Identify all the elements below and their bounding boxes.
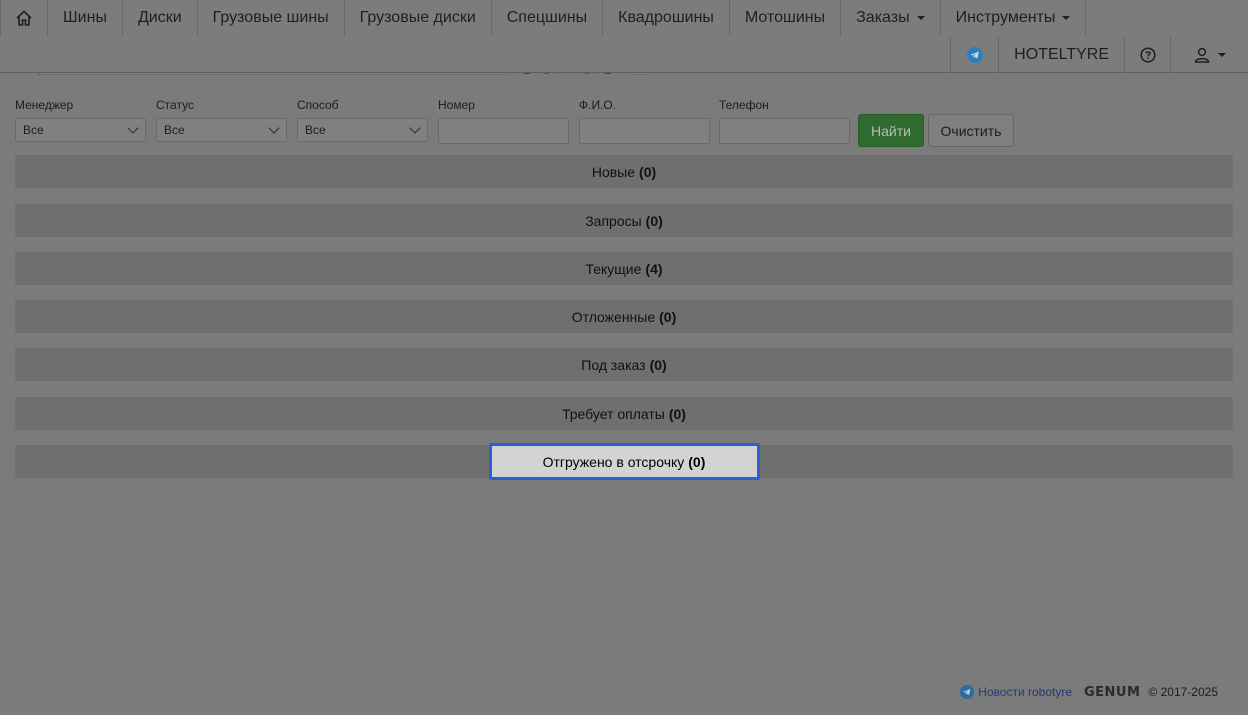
- manager-filter: Менеджер Все: [15, 97, 146, 142]
- nav-item-truck-wheels[interactable]: Грузовые диски: [345, 0, 492, 36]
- chevron-down-icon: [127, 122, 139, 134]
- user-icon: [1194, 47, 1210, 63]
- panel-current-orders[interactable]: Текущие (4): [15, 252, 1233, 285]
- panel-label: Запросы: [585, 212, 642, 229]
- panel-label: Отгружено в отсрочку: [542, 453, 685, 470]
- number-input[interactable]: [438, 118, 569, 144]
- number-filter: Номер: [438, 97, 569, 144]
- nav-item-label: Инструменты: [955, 9, 1056, 26]
- genum-logo: GENUM: [1084, 684, 1141, 700]
- user-account-dropdown[interactable]: [1170, 36, 1248, 73]
- status-select-value: Все: [164, 123, 185, 137]
- manager-label: Менеджер: [15, 98, 74, 112]
- nav-item-special-tires[interactable]: Спецшины: [492, 0, 604, 36]
- help-button[interactable]: [1124, 36, 1170, 73]
- purchase-method-label: Способ покупки: [297, 98, 340, 128]
- clear-button[interactable]: Очистить: [928, 114, 1014, 147]
- title-underline-left: [38, 74, 508, 75]
- chevron-down-icon: [409, 122, 421, 134]
- company-name: HOTELTYRE: [1014, 45, 1109, 63]
- nav-item-tools-dropdown[interactable]: Инструменты: [941, 0, 1087, 36]
- panel-count: (0): [659, 308, 677, 325]
- caret-down-icon: [916, 16, 925, 20]
- panel-requests[interactable]: Запросы (0): [15, 204, 1233, 237]
- panel-focused-label[interactable]: Отгружено в отсрочку (0): [488, 443, 760, 480]
- panel-new-orders[interactable]: Новые (0): [15, 155, 1233, 188]
- nav-item-label: Шины: [63, 9, 107, 26]
- nav-item-label: Квадрошины: [618, 9, 714, 26]
- main-menu: Шины Диски Грузовые шины Грузовые диски …: [0, 0, 1087, 36]
- fio-label: Ф.И.О.: [579, 98, 617, 112]
- panel-label: Текущие: [585, 260, 642, 277]
- home-icon: [16, 10, 32, 26]
- caret-down-icon: [1218, 52, 1226, 57]
- panel-count: (0): [645, 212, 663, 229]
- purchase-method-filter: Способ покупки Все: [297, 97, 428, 142]
- nav-item-label: Грузовые шины: [212, 9, 329, 26]
- panel-label: Отложенные: [571, 308, 656, 325]
- chevron-down-icon: [268, 122, 280, 134]
- panel-on-order[interactable]: Под заказ (0): [15, 348, 1233, 381]
- nav-item-label: Заказы: [856, 9, 910, 26]
- purchase-method-select-value: Все: [305, 123, 326, 137]
- nav-item-wheels[interactable]: Диски: [123, 0, 198, 36]
- panel-count: (0): [639, 163, 657, 180]
- help-icon: [1139, 46, 1156, 63]
- fio-input[interactable]: [579, 118, 710, 144]
- purchase-method-select[interactable]: Все: [297, 118, 428, 142]
- status-select[interactable]: Все: [156, 118, 287, 142]
- manager-select[interactable]: Все: [15, 118, 146, 142]
- panel-payment-required[interactable]: Требует оплаты (0): [15, 397, 1233, 430]
- phone-input[interactable]: [719, 118, 850, 144]
- footer: Новости robotyre GENUM © 2017-2025: [960, 684, 1218, 700]
- panel-label: Требует оплаты: [562, 405, 665, 422]
- news-link[interactable]: Новости robotyre: [960, 685, 1072, 699]
- telegram-icon: [966, 46, 983, 63]
- phone-label: Телефон: [719, 98, 769, 112]
- nav-item-orders-dropdown[interactable]: Заказы: [841, 0, 941, 36]
- panel-shipped-deferred[interactable]: Отгружено в отсрочку (0): [15, 443, 1233, 480]
- panel-label: Новые: [591, 163, 636, 180]
- fio-filter: Ф.И.О.: [579, 97, 710, 144]
- company-name-link[interactable]: HOTELTYRE: [998, 36, 1124, 73]
- telegram-icon: [960, 685, 975, 699]
- telegram-button[interactable]: [950, 36, 998, 73]
- phone-filter: Телефон: [719, 97, 850, 144]
- top-navbar: Шины Диски Грузовые шины Грузовые диски …: [0, 0, 1248, 73]
- find-button[interactable]: Найти: [858, 114, 924, 147]
- user-menu: HOTELTYRE: [950, 36, 1248, 73]
- nav-item-label: Спецшины: [506, 9, 588, 26]
- nav-item-label: Грузовые диски: [359, 9, 476, 26]
- status-filter: Статус Все: [156, 97, 287, 142]
- nav-item-atv-tires[interactable]: Квадрошины: [603, 0, 730, 36]
- home-button[interactable]: [0, 0, 48, 36]
- status-label: Статус: [156, 98, 194, 112]
- panel-label: Под заказ: [581, 356, 646, 373]
- nav-item-tires[interactable]: Шины: [48, 0, 123, 36]
- panel-count: (0): [649, 356, 667, 373]
- nav-item-label: Диски: [137, 9, 182, 26]
- number-label: Номер: [438, 98, 475, 112]
- nav-item-label: Мотошины: [744, 9, 826, 26]
- panel-count: (0): [688, 453, 706, 470]
- panel-count: (4): [645, 260, 663, 277]
- caret-down-icon: [1062, 16, 1071, 20]
- copyright: © 2017-2025: [1148, 685, 1218, 699]
- manager-select-value: Все: [23, 123, 44, 137]
- nav-item-truck-tires[interactable]: Грузовые шины: [198, 0, 345, 36]
- panel-postponed-orders[interactable]: Отложенные (0): [15, 300, 1233, 333]
- nav-item-moto-tires[interactable]: Мотошины: [730, 0, 842, 36]
- news-link-label: Новости robotyre: [978, 685, 1072, 699]
- panel-count: (0): [668, 405, 686, 422]
